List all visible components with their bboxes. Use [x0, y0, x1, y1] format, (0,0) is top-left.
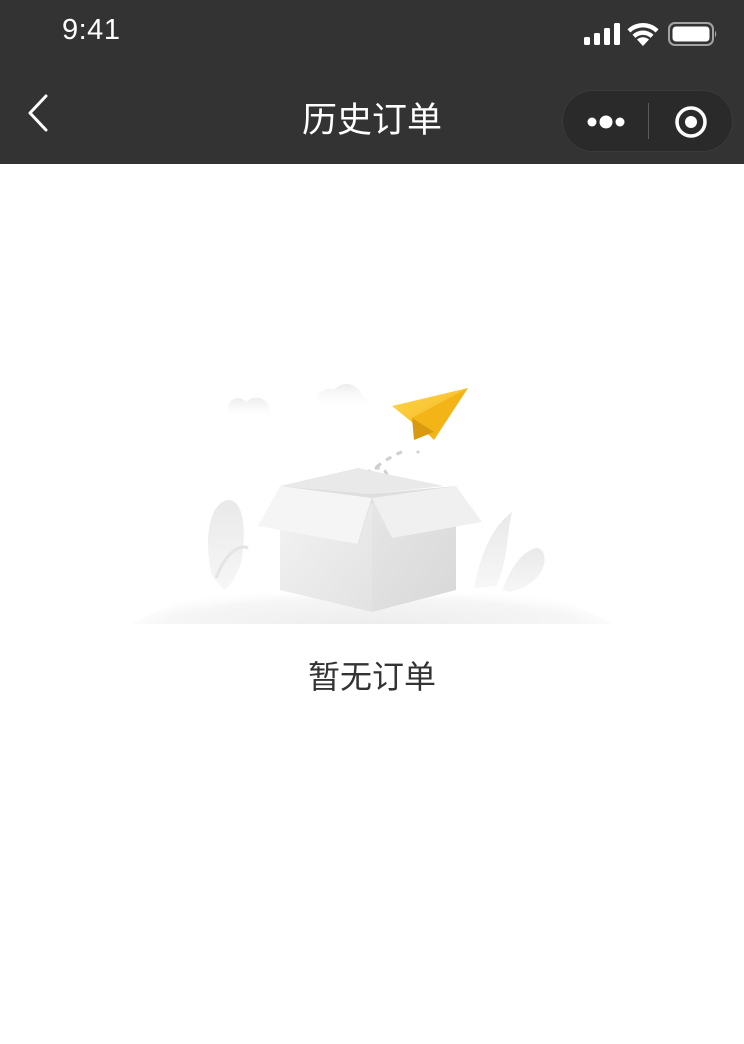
wifi-icon: [627, 23, 659, 46]
nav-bar: 历史订单: [0, 66, 744, 164]
chevron-left-icon: [28, 94, 48, 132]
target-circle-icon: [675, 106, 707, 138]
capsule-menu: [562, 90, 733, 152]
more-dots-icon: [587, 115, 625, 129]
status-bar: 9:41: [0, 0, 744, 66]
back-button[interactable]: [18, 88, 62, 138]
empty-message: 暂无订单: [307, 658, 436, 696]
main-content: 暂无订单: [0, 164, 744, 1044]
close-button[interactable]: [649, 91, 733, 151]
empty-box-illustration: [130, 383, 614, 624]
status-time: 9:41: [62, 14, 121, 46]
more-button[interactable]: [563, 91, 648, 151]
signal-icon: [584, 23, 620, 45]
battery-icon: [668, 22, 717, 46]
